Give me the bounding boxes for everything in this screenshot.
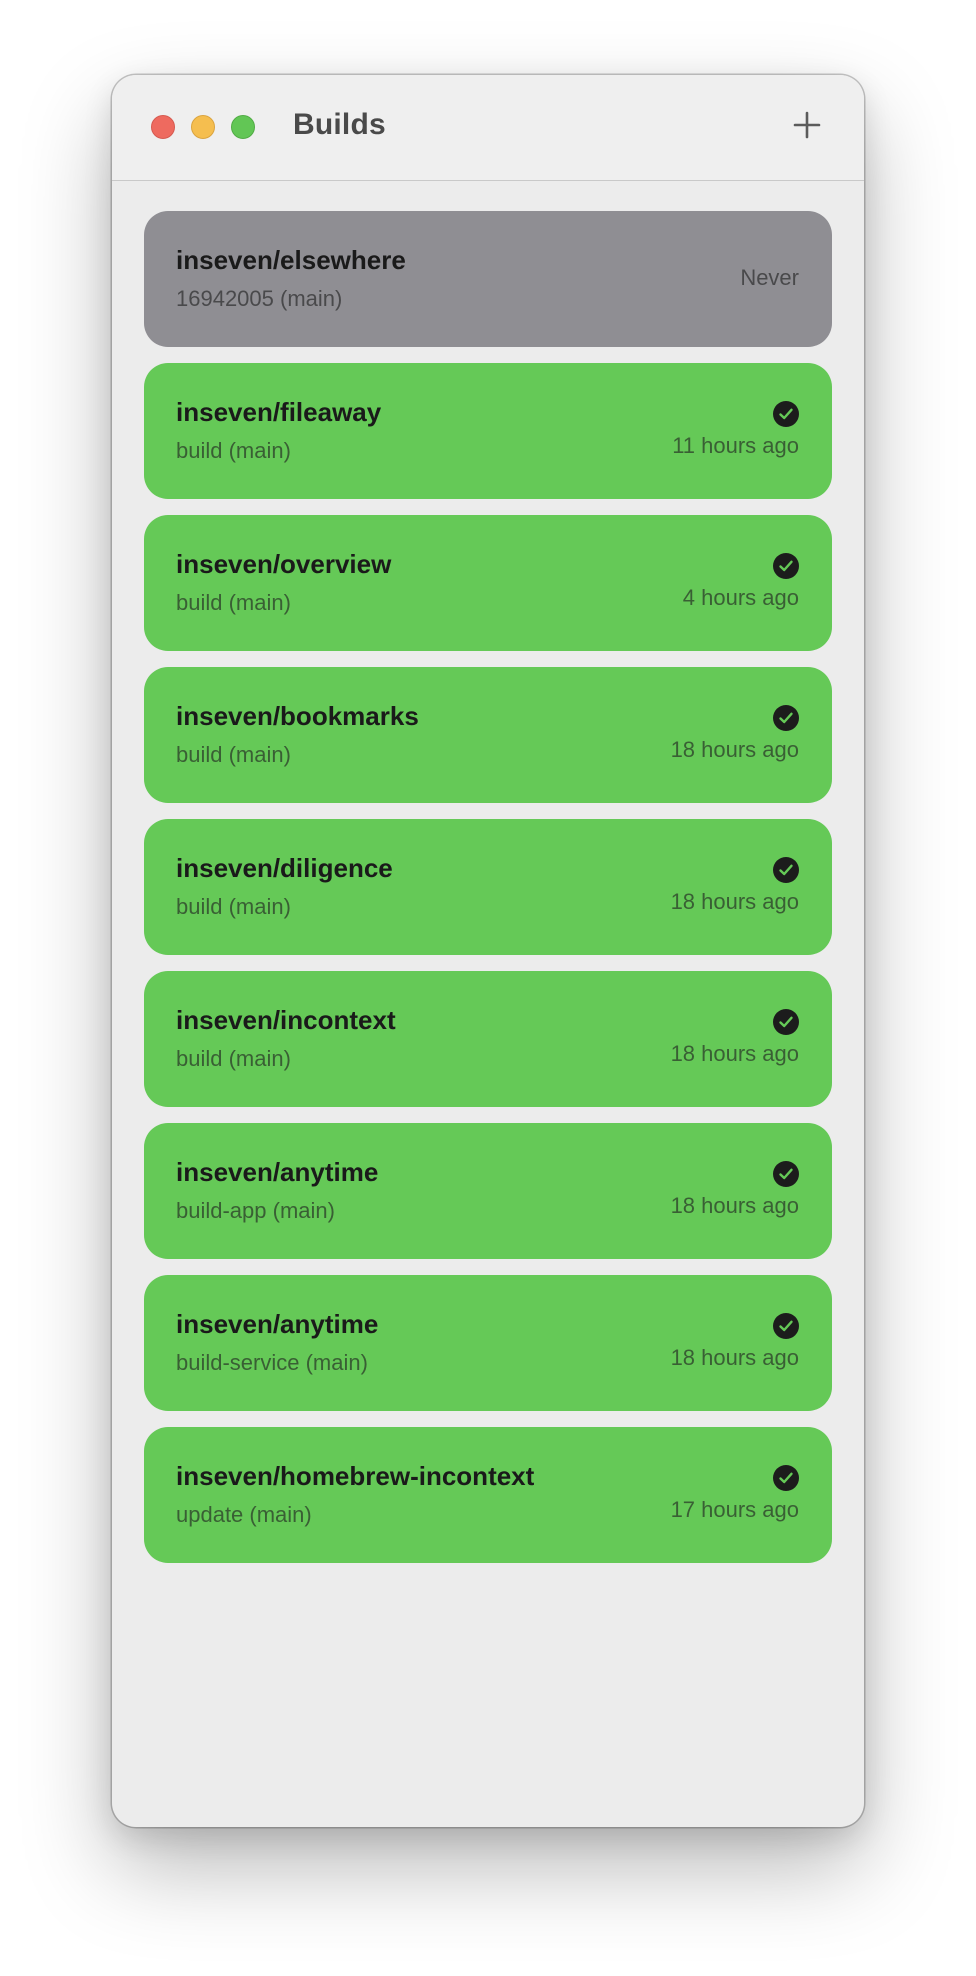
build-time: 18 hours ago xyxy=(670,737,799,762)
builds-window: Builds inseven/elsewhere 16942005 (main) N… xyxy=(112,75,864,1827)
build-time: 18 hours ago xyxy=(670,1345,799,1370)
build-time: 4 hours ago xyxy=(682,585,799,610)
build-time: 18 hours ago xyxy=(670,1193,799,1218)
checkmark-circle-icon xyxy=(773,1009,799,1035)
add-build-button[interactable] xyxy=(787,105,827,145)
minimize-window-button[interactable] xyxy=(191,115,215,139)
build-workflow-name: build (main) xyxy=(176,894,291,919)
build-time: 11 hours ago xyxy=(672,433,799,458)
build-card[interactable]: inseven/diligence build (main) 18 hours ag… xyxy=(144,819,832,955)
build-workflow-name: build (main) xyxy=(176,590,291,615)
build-card[interactable]: inseven/fileaway build (main) 11 hours ago xyxy=(144,363,832,499)
build-card[interactable]: inseven/incontext build (main) 18 hours ag… xyxy=(144,971,832,1107)
build-time: 18 hours ago xyxy=(670,889,799,914)
checkmark-circle-icon xyxy=(773,401,799,427)
build-card[interactable]: inseven/bookmarks build (main) 18 hours ag… xyxy=(144,667,832,803)
build-repo-name: inseven/anytime xyxy=(176,1157,379,1187)
build-card[interactable]: inseven/overview build (main) 4 hours ago xyxy=(144,515,832,651)
build-card[interactable]: inseven/anytime build-app (main) 18 hours … xyxy=(144,1123,832,1259)
title-bar: Builds xyxy=(112,75,864,181)
build-workflow-name: build (main) xyxy=(176,1046,291,1071)
build-workflow-name: 16942005 (main) xyxy=(176,286,343,311)
build-workflow-name: update (main) xyxy=(176,1502,312,1527)
build-time: Never xyxy=(740,265,799,290)
build-card[interactable]: inseven/homebrew-incontext update (main) 1… xyxy=(144,1427,832,1563)
checkmark-circle-icon xyxy=(773,857,799,883)
zoom-window-button[interactable] xyxy=(231,115,255,139)
checkmark-circle-icon xyxy=(773,705,799,731)
close-window-button[interactable] xyxy=(151,115,175,139)
build-repo-name: inseven/fileaway xyxy=(176,397,382,427)
build-list: inseven/elsewhere 16942005 (main) Never ins… xyxy=(144,211,832,1579)
build-repo-name: inseven/homebrew-incontext xyxy=(176,1461,535,1491)
build-repo-name: inseven/elsewhere xyxy=(176,245,406,275)
build-time: 18 hours ago xyxy=(670,1041,799,1066)
build-repo-name: inseven/incontext xyxy=(176,1005,396,1035)
build-repo-name: inseven/bookmarks xyxy=(176,701,419,731)
build-card[interactable]: inseven/anytime build-service (main) 18 ho… xyxy=(144,1275,832,1411)
checkmark-circle-icon xyxy=(773,1313,799,1339)
build-workflow-name: build (main) xyxy=(176,742,291,767)
build-repo-name: inseven/diligence xyxy=(176,853,393,883)
plus-icon xyxy=(793,111,821,139)
build-time: 17 hours ago xyxy=(670,1497,799,1522)
build-workflow-name: build (main) xyxy=(176,438,291,463)
build-repo-name: inseven/overview xyxy=(176,549,392,579)
build-card[interactable]: inseven/elsewhere 16942005 (main) Never xyxy=(144,211,832,347)
checkmark-circle-icon xyxy=(773,553,799,579)
checkmark-circle-icon xyxy=(773,1161,799,1187)
window-title: Builds xyxy=(293,108,386,141)
build-workflow-name: build-service (main) xyxy=(176,1350,368,1375)
build-workflow-name: build-app (main) xyxy=(176,1198,335,1223)
checkmark-circle-icon xyxy=(773,1465,799,1491)
build-repo-name: inseven/anytime xyxy=(176,1309,379,1339)
